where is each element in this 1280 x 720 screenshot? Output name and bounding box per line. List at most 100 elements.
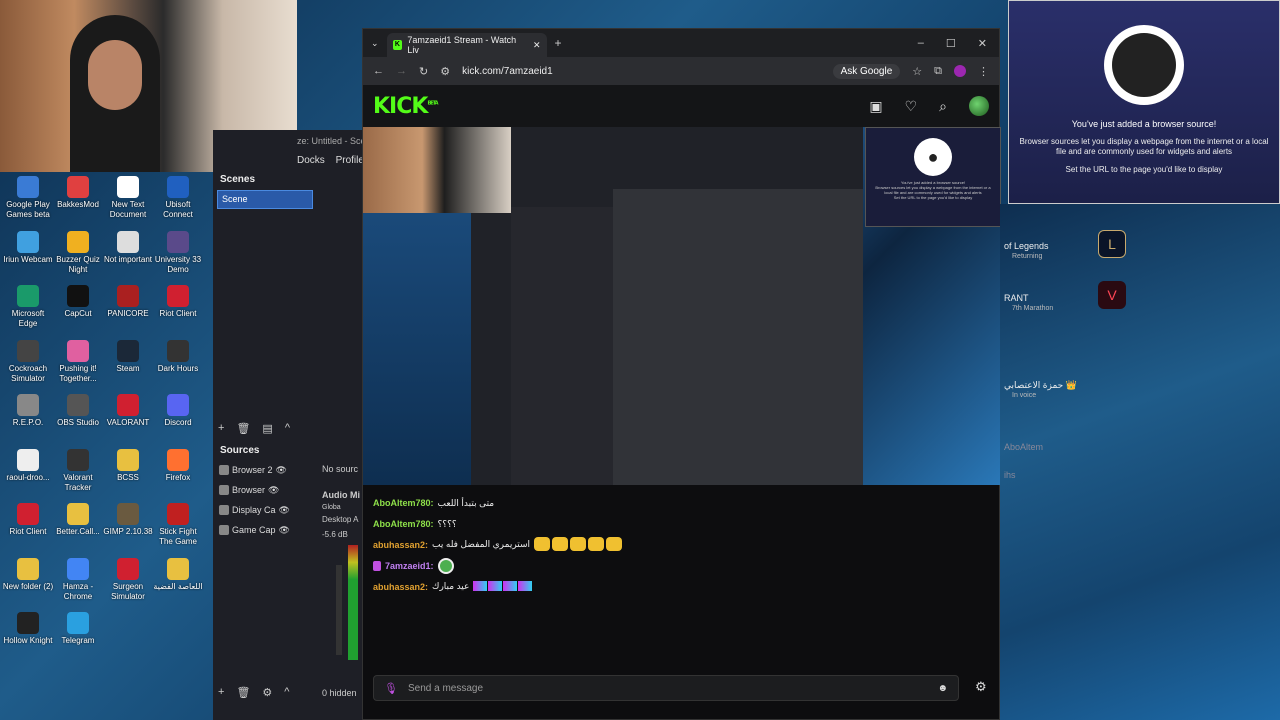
scene-item[interactable]: Scene bbox=[217, 190, 313, 209]
activity-sub: Returning bbox=[1012, 253, 1043, 260]
desktop-shortcut[interactable]: Buzzer Quiz Night bbox=[52, 230, 104, 275]
desktop-shortcut[interactable]: Surgeon Simulator bbox=[102, 557, 154, 602]
kick-logo[interactable]: KICKBETA bbox=[373, 94, 439, 119]
chat-username[interactable]: 7amzaeid1: bbox=[385, 561, 434, 571]
desktop-shortcut[interactable]: Cockroach Simulator bbox=[2, 339, 54, 384]
site-info-icon[interactable]: ⚙ bbox=[440, 65, 450, 78]
desktop-shortcut[interactable]: Dark Hours bbox=[152, 339, 204, 374]
activity-title: RANT bbox=[1004, 293, 1029, 303]
shortcut-label: Hamza - Chrome bbox=[62, 581, 94, 601]
emoji-icon[interactable]: ☻ bbox=[937, 683, 948, 694]
gear-icon[interactable]: ⚙ bbox=[262, 686, 272, 699]
desktop-shortcut[interactable]: Google Play Games beta bbox=[2, 176, 54, 220]
url-field[interactable]: kick.com/7amzaeid1 bbox=[462, 66, 553, 77]
desktop-shortcut[interactable]: Ubisoft Connect bbox=[152, 176, 204, 220]
following-icon[interactable]: ▣ bbox=[869, 98, 882, 115]
kick-favicon-icon: K bbox=[392, 40, 403, 50]
source-row[interactable]: Browser 2 👁 bbox=[219, 461, 319, 479]
stream-video[interactable]: ● You've just added a browser source! Br… bbox=[363, 127, 1001, 485]
ask-google-button[interactable]: Ask Google bbox=[832, 63, 901, 79]
up-icon[interactable]: ^ bbox=[285, 422, 290, 435]
chat-list: AboAltem780: متى بتبدأ اللعب AboAltem780… bbox=[363, 489, 1001, 669]
desktop-shortcut[interactable]: Microsoft Edge bbox=[2, 285, 54, 329]
desktop-shortcut[interactable]: R.E.P.O. bbox=[2, 394, 54, 428]
shortcut-label: Riot Client bbox=[159, 309, 197, 318]
heart-icon[interactable]: ♡ bbox=[905, 98, 918, 115]
app-icon bbox=[167, 503, 189, 525]
eye-icon[interactable]: 👁 bbox=[279, 505, 290, 516]
maximize-icon[interactable]: ☐ bbox=[946, 37, 956, 50]
trash-icon[interactable]: 🗑 bbox=[236, 422, 250, 435]
desktop-shortcut[interactable]: GIMP 2.10.38 bbox=[102, 503, 154, 537]
reload-icon[interactable]: ↻ bbox=[419, 65, 428, 78]
add-icon[interactable]: + bbox=[218, 686, 224, 699]
profile-avatar[interactable] bbox=[954, 65, 966, 77]
chat-message: 7amzaeid1: bbox=[373, 555, 991, 576]
filter-icon[interactable]: ▤ bbox=[262, 422, 272, 435]
close-tab-icon[interactable]: ✕ bbox=[533, 40, 541, 51]
shortcut-label: Cockroach Simulator bbox=[8, 363, 48, 383]
user-avatar[interactable] bbox=[969, 96, 989, 116]
chat-username[interactable]: abuhassan2: bbox=[373, 540, 428, 550]
popup-line3: Set the URL to the page you'd like to di… bbox=[893, 195, 973, 200]
add-icon[interactable]: + bbox=[218, 422, 224, 435]
desktop-shortcut[interactable]: Not important bbox=[102, 230, 154, 265]
shortcut-label: BCSS bbox=[117, 472, 139, 482]
chat-username[interactable]: AboAltem780: bbox=[373, 519, 434, 529]
menu-profile[interactable]: Profile bbox=[336, 155, 364, 166]
menu-docks[interactable]: Docks bbox=[297, 155, 325, 166]
app-icon bbox=[67, 230, 89, 253]
desktop-shortcut[interactable]: Discord bbox=[152, 394, 204, 428]
desktop-shortcut[interactable]: PANICORE bbox=[102, 285, 154, 319]
minimize-icon[interactable]: – bbox=[918, 37, 924, 50]
desktop-shortcut[interactable]: BCSS bbox=[102, 448, 154, 483]
desktop-shortcut[interactable]: University 33 Demo bbox=[152, 230, 204, 275]
chat-username[interactable]: abuhassan2: bbox=[373, 582, 428, 592]
back-icon[interactable]: ← bbox=[373, 65, 384, 77]
desktop-shortcut[interactable]: Riot Client bbox=[2, 503, 54, 537]
menu-icon[interactable]: ⋮ bbox=[978, 65, 989, 78]
desktop-shortcut[interactable]: Firefox bbox=[152, 448, 204, 483]
desktop-shortcut[interactable]: Better.Call... bbox=[52, 503, 104, 537]
close-icon[interactable]: ✕ bbox=[978, 37, 987, 50]
trash-icon[interactable]: 🗑 bbox=[236, 686, 250, 699]
desktop-shortcut[interactable]: Riot Client bbox=[152, 285, 204, 319]
volume-slider[interactable] bbox=[336, 565, 342, 655]
chat-placeholder: Send a message bbox=[407, 682, 484, 694]
desktop-shortcut[interactable]: New Text Document bbox=[102, 176, 154, 220]
app-icon bbox=[67, 176, 89, 198]
source-row[interactable]: Display Ca 👁 bbox=[219, 501, 319, 519]
desktop-shortcut[interactable]: Steam bbox=[102, 339, 154, 374]
desktop-shortcut[interactable]: OBS Studio bbox=[52, 394, 104, 428]
browser-tab[interactable]: K 7amzaeid1 Stream - Watch Liv ✕ bbox=[386, 33, 547, 57]
chat-input[interactable]: 🎙 Send a message ☻ bbox=[373, 675, 959, 701]
desktop-shortcut[interactable]: Iriun Webcam bbox=[2, 230, 54, 265]
bookmark-star-icon[interactable]: ☆ bbox=[912, 65, 922, 78]
desktop-shortcut[interactable]: New folder (2) bbox=[2, 557, 54, 592]
eye-icon[interactable]: 👁 bbox=[276, 465, 287, 476]
tab-list-icon[interactable]: ⌄ bbox=[371, 38, 379, 49]
eye-icon[interactable]: 👁 bbox=[268, 485, 279, 496]
new-tab-icon[interactable]: + bbox=[555, 36, 562, 50]
desktop-shortcut[interactable]: Hollow Knight bbox=[2, 612, 54, 646]
desktop-shortcut[interactable]: VALORANT bbox=[102, 394, 154, 428]
up-icon[interactable]: ^ bbox=[284, 686, 289, 699]
forward-icon[interactable]: → bbox=[396, 65, 407, 77]
desktop-shortcut[interactable]: Stick Fight The Game bbox=[152, 503, 204, 547]
chat-username[interactable]: AboAltem780: bbox=[373, 498, 434, 508]
source-row[interactable]: Browser 👁 bbox=[219, 481, 319, 499]
desktop-shortcut[interactable]: Telegram bbox=[52, 612, 104, 646]
app-icon bbox=[17, 448, 39, 471]
desktop-shortcut[interactable]: raoul-droo... bbox=[2, 448, 54, 483]
search-icon[interactable]: ⌕ bbox=[939, 98, 947, 115]
eye-icon[interactable]: 👁 bbox=[279, 525, 290, 536]
source-row[interactable]: Game Cap 👁 bbox=[219, 521, 319, 539]
desktop-shortcut[interactable]: Valorant Tracker bbox=[52, 448, 104, 493]
chat-settings-gear-icon[interactable]: ⚙ bbox=[975, 679, 987, 695]
desktop-shortcut[interactable]: Hamza - Chrome bbox=[52, 557, 104, 602]
desktop-shortcut[interactable]: BakkesMod bbox=[52, 176, 104, 210]
desktop-shortcut[interactable]: CapCut bbox=[52, 285, 104, 319]
desktop-shortcut[interactable]: اللعاصة الفضية bbox=[152, 557, 204, 592]
desktop-shortcut[interactable]: Pushing it! Together... bbox=[52, 339, 104, 384]
extensions-icon[interactable]: ⧉ bbox=[934, 65, 942, 78]
